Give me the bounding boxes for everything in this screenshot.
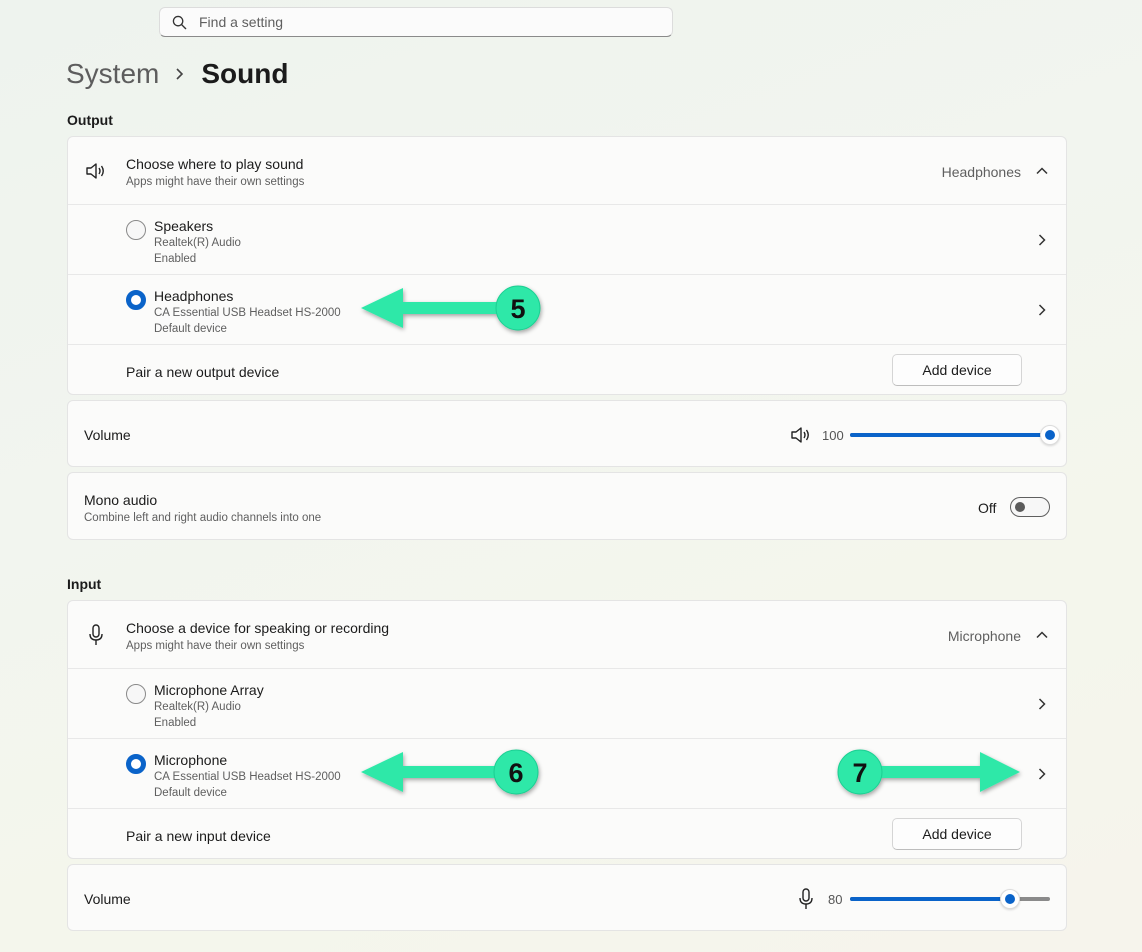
output-choose-row[interactable]: Choose where to play sound Apps might ha… — [68, 137, 1066, 205]
annotation-badge-7: 7 — [852, 758, 867, 788]
chevron-right-icon[interactable] — [1036, 698, 1048, 710]
mono-audio-card: Mono audio Combine left and right audio … — [67, 472, 1067, 540]
breadcrumb-system[interactable]: System — [66, 58, 159, 90]
speaker-icon — [86, 163, 104, 179]
device-name: Microphone — [154, 752, 228, 768]
output-volume-value: 100 — [822, 428, 844, 443]
pair-output-label: Pair a new output device — [126, 364, 280, 380]
radio-microphone-array[interactable] — [126, 684, 146, 704]
device-status: Enabled — [154, 253, 197, 265]
slider-thumb[interactable] — [1000, 889, 1020, 909]
chevron-right-icon[interactable] — [1036, 768, 1048, 780]
breadcrumb: System Sound — [66, 56, 288, 92]
device-name: Speakers — [154, 218, 214, 234]
output-volume-card: Volume 100 — [67, 400, 1067, 467]
annotation-badge-5: 5 — [510, 294, 525, 324]
mono-audio-title: Mono audio — [84, 492, 158, 508]
search-icon — [172, 15, 187, 29]
pair-input-label: Pair a new input device — [126, 828, 271, 844]
radio-speakers[interactable] — [126, 220, 146, 240]
slider-fill — [850, 433, 1050, 437]
input-pair-row: Pair a new input device Add device — [68, 809, 1066, 858]
speaker-icon[interactable] — [790, 425, 812, 445]
device-driver: Realtek(R) Audio — [154, 701, 241, 713]
annotation-arrow-6: 6 — [361, 749, 539, 795]
output-choose-subtitle: Apps might have their own settings — [126, 176, 305, 188]
radio-headphones[interactable] — [126, 290, 146, 310]
output-device-headphones[interactable]: Headphones CA Essential USB Headset HS-2… — [68, 275, 1066, 345]
output-device-card: Choose where to play sound Apps might ha… — [67, 136, 1067, 395]
output-selected-value: Headphones — [941, 164, 1021, 180]
device-driver: CA Essential USB Headset HS-2000 — [154, 307, 341, 319]
output-pair-row: Pair a new output device Add device — [68, 345, 1066, 394]
chevron-up-icon[interactable] — [1036, 165, 1048, 177]
annotation-arrow-7: 7 — [837, 749, 1020, 795]
slider-thumb[interactable] — [1040, 425, 1060, 445]
chevron-right-icon[interactable] — [1036, 304, 1048, 316]
annotation-badge-6: 6 — [508, 758, 523, 788]
device-name: Headphones — [154, 288, 234, 304]
input-volume-slider[interactable] — [850, 889, 1050, 909]
section-label-input: Input — [67, 576, 102, 592]
add-output-device-button[interactable]: Add device — [892, 354, 1022, 386]
chevron-right-icon — [175, 67, 185, 81]
input-volume-label: Volume — [84, 891, 131, 907]
device-name: Microphone Array — [154, 682, 264, 698]
slider-fill — [850, 897, 1010, 901]
input-selected-value: Microphone — [947, 628, 1021, 644]
microphone-icon — [89, 624, 103, 645]
output-volume-label: Volume — [84, 427, 131, 443]
radio-microphone[interactable] — [126, 754, 146, 774]
input-volume-value: 80 — [828, 892, 843, 907]
input-device-microphone-array[interactable]: Microphone Array Realtek(R) Audio Enable… — [68, 669, 1066, 739]
search-input[interactable] — [199, 14, 639, 30]
input-volume-card: Volume 80 — [67, 864, 1067, 931]
chevron-right-icon[interactable] — [1036, 234, 1048, 246]
page-title: Sound — [201, 58, 289, 89]
section-label-output: Output — [67, 112, 113, 128]
device-driver: CA Essential USB Headset HS-2000 — [154, 771, 341, 783]
input-choose-title: Choose a device for speaking or recordin… — [126, 620, 390, 636]
mono-audio-toggle[interactable] — [1010, 497, 1050, 517]
mono-audio-subtitle: Combine left and right audio channels in… — [84, 512, 322, 524]
output-volume-slider[interactable] — [850, 425, 1060, 445]
search-box[interactable] — [159, 7, 673, 37]
microphone-icon[interactable] — [799, 888, 813, 910]
device-status: Default device — [154, 787, 227, 799]
device-status: Enabled — [154, 717, 197, 729]
annotation-arrow-5: 5 — [361, 285, 541, 331]
input-choose-row[interactable]: Choose a device for speaking or recordin… — [68, 601, 1066, 669]
mono-audio-state: Off — [978, 500, 997, 516]
add-input-device-button[interactable]: Add device — [892, 818, 1022, 850]
output-choose-title: Choose where to play sound — [126, 156, 304, 172]
input-choose-subtitle: Apps might have their own settings — [126, 640, 305, 652]
device-status: Default device — [154, 323, 227, 335]
output-device-speakers[interactable]: Speakers Realtek(R) Audio Enabled — [68, 205, 1066, 275]
device-driver: Realtek(R) Audio — [154, 237, 241, 249]
input-device-card: Choose a device for speaking or recordin… — [67, 600, 1067, 859]
chevron-up-icon[interactable] — [1036, 629, 1048, 641]
